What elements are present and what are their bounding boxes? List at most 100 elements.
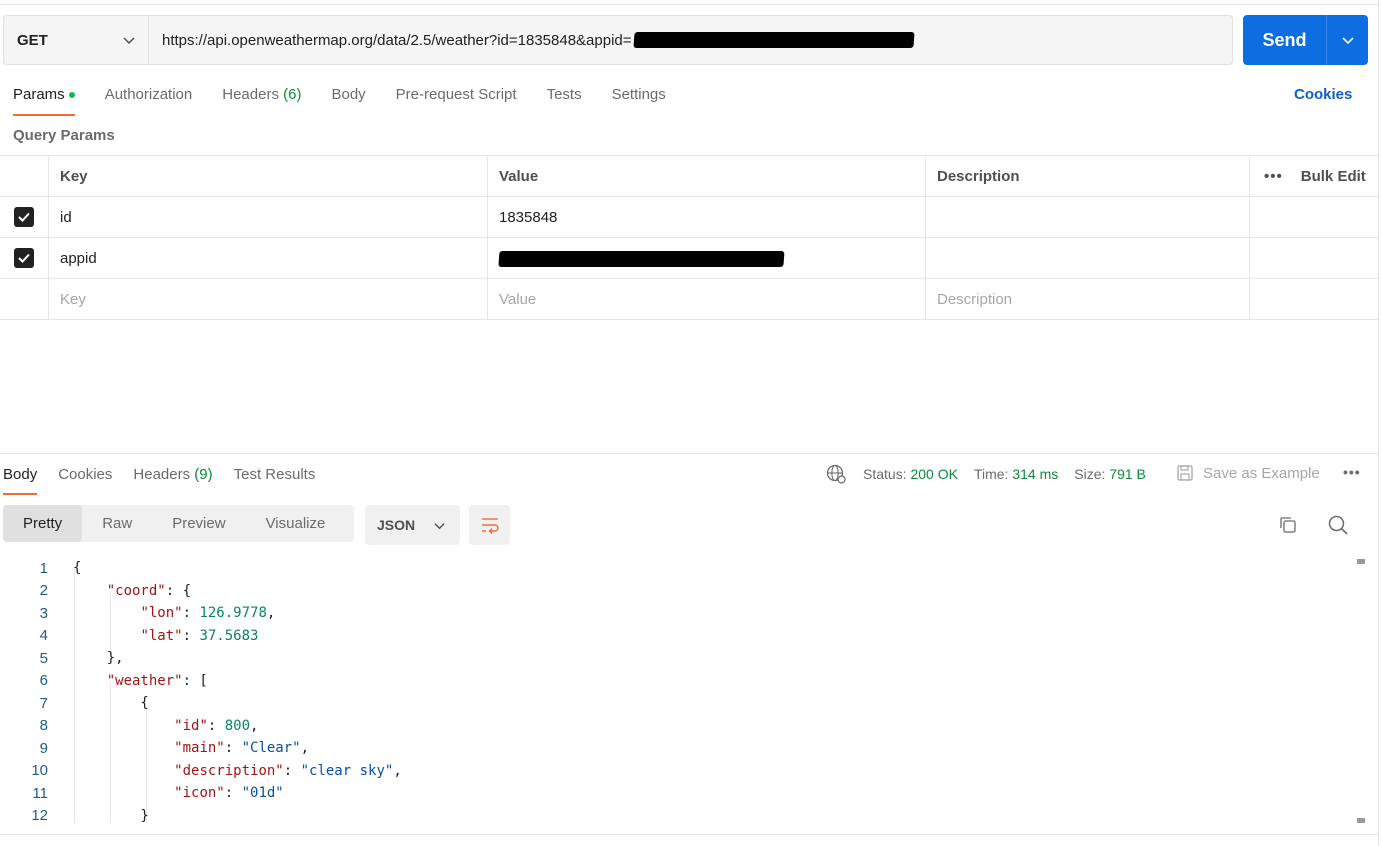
tab-authorization[interactable]: Authorization <box>105 82 193 116</box>
tab-params[interactable]: Params <box>13 82 75 116</box>
url-text: https://api.openweathermap.org/data/2.5/… <box>162 31 632 49</box>
search-icon[interactable] <box>1327 514 1349 536</box>
line-number: 4 <box>39 627 48 645</box>
column-header-value: Value <box>488 156 926 196</box>
response-body-code[interactable]: 1{ 2 "coord": { 3 "lon": 126.9778, 4 "la… <box>0 557 1350 823</box>
view-pretty[interactable]: Pretty <box>3 505 83 542</box>
copy-icon[interactable] <box>1278 515 1298 535</box>
json-string: "Clear" <box>241 740 301 757</box>
param-description-cell[interactable] <box>926 197 1250 237</box>
tab-body[interactable]: Body <box>331 82 365 116</box>
code-line: 1{ <box>0 557 1350 580</box>
tab-test-results[interactable]: Test Results <box>234 462 316 495</box>
line-number: 3 <box>39 604 48 622</box>
url-input[interactable]: https://api.openweathermap.org/data/2.5/… <box>149 16 1232 64</box>
code-scrollbar[interactable] <box>1355 556 1367 826</box>
new-description-input[interactable]: Description <box>926 279 1250 319</box>
redacted-appid-value <box>498 251 785 267</box>
new-param-row: Key Value Description <box>0 279 1378 320</box>
time-label: Time: <box>973 466 1009 482</box>
chevron-down-icon <box>434 522 445 529</box>
status-footer <box>0 834 1383 846</box>
scrollbar-top-cap <box>1357 559 1365 564</box>
tab-settings[interactable]: Settings <box>612 82 666 116</box>
param-description-cell[interactable] <box>926 238 1250 278</box>
send-button-group: Send <box>1243 15 1368 65</box>
json-key: "coord" <box>106 582 166 599</box>
code-line: 4 "lat": 37.5683 <box>0 625 1350 648</box>
code-line: 9 "main": "Clear", <box>0 737 1350 760</box>
globe-network-icon[interactable] <box>825 463 847 485</box>
json-string: "clear sky" <box>300 762 394 779</box>
tab-response-cookies[interactable]: Cookies <box>58 462 112 495</box>
size-info[interactable]: Size: 791 B <box>1074 466 1146 482</box>
line-number: 11 <box>32 784 48 802</box>
tab-prerequest-script[interactable]: Pre-request Script <box>396 82 517 116</box>
save-as-example-button[interactable]: Save as Example <box>1176 462 1320 484</box>
response-more-icon[interactable]: ••• <box>1343 464 1361 480</box>
tab-tests[interactable]: Tests <box>547 82 582 116</box>
row-checkbox-cell <box>0 279 49 319</box>
json-key: "lon" <box>140 605 183 622</box>
code-line: 12 } <box>0 805 1350 823</box>
code-text: { <box>73 560 82 577</box>
tab-response-body[interactable]: Body <box>3 462 38 495</box>
wrap-lines-button[interactable] <box>469 505 510 545</box>
status-info[interactable]: Status: 200 OK <box>863 466 958 482</box>
scrollbar-bottom-cap <box>1357 818 1365 823</box>
param-key-cell[interactable]: id <box>49 197 488 237</box>
line-number: 7 <box>39 694 48 712</box>
method-select[interactable]: GET <box>4 16 149 64</box>
tab-headers[interactable]: Headers (6) <box>222 82 301 116</box>
format-select[interactable]: JSON <box>365 505 460 545</box>
code-text: }, <box>73 650 124 667</box>
code-line: 8 "id": 800, <box>0 715 1350 738</box>
line-number: 8 <box>39 717 48 735</box>
param-key-cell[interactable]: appid <box>49 238 488 278</box>
json-key: "id" <box>174 717 208 734</box>
time-info[interactable]: Time: 314 ms <box>974 466 1058 482</box>
cookies-link[interactable]: Cookies <box>1294 86 1352 103</box>
tab-response-headers[interactable]: Headers (9) <box>133 462 212 495</box>
code-line: 7 { <box>0 692 1350 715</box>
param-enabled-checkbox[interactable] <box>14 207 34 227</box>
bulk-edit-button[interactable]: Bulk Edit <box>1301 168 1366 185</box>
more-options-icon[interactable]: ••• <box>1264 168 1283 185</box>
code-line: 2 "coord": { <box>0 580 1350 603</box>
redacted-appid <box>632 32 915 48</box>
size-value: 791 B <box>1109 466 1146 482</box>
json-key: "weather" <box>106 672 183 689</box>
param-enabled-checkbox[interactable] <box>14 248 34 268</box>
row-spacer <box>1250 279 1378 319</box>
save-icon <box>1177 465 1193 481</box>
send-button[interactable]: Send <box>1243 15 1327 65</box>
param-value-cell[interactable]: 1835848 <box>488 197 926 237</box>
code-line: 5 }, <box>0 647 1350 670</box>
code-line: 11 "icon": "01d" <box>0 782 1350 805</box>
code-text: "coord": { <box>106 582 192 599</box>
request-url-bar: GET https://api.openweathermap.org/data/… <box>3 15 1233 65</box>
new-value-input[interactable]: Value <box>488 279 926 319</box>
checkmark-icon <box>18 253 30 263</box>
request-tabs: Params Authorization Headers (6) Body Pr… <box>13 82 696 116</box>
json-string: "01d" <box>241 785 284 802</box>
view-raw[interactable]: Raw <box>82 505 152 542</box>
param-value-cell[interactable] <box>488 238 926 278</box>
view-preview[interactable]: Preview <box>152 505 245 542</box>
new-key-input[interactable]: Key <box>49 279 488 319</box>
code-line: 3 "lon": 126.9778, <box>0 602 1350 625</box>
code-text: "main": "Clear", <box>174 740 310 757</box>
view-mode-segmented: Pretty Raw Preview Visualize <box>3 505 354 542</box>
column-header-description: Description <box>926 156 1250 196</box>
tab-label: Headers <box>133 466 191 483</box>
send-options-button[interactable] <box>1327 15 1368 65</box>
view-visualize[interactable]: Visualize <box>246 505 346 542</box>
code-text: } <box>73 807 149 823</box>
code-text: "lat": 37.5683 <box>140 627 259 644</box>
chevron-down-icon <box>123 37 135 45</box>
response-divider[interactable] <box>0 453 1378 454</box>
code-text: "weather": [ <box>106 672 208 689</box>
code-text: "icon": "01d" <box>174 785 284 802</box>
code-line: 10 "description": "clear sky", <box>0 760 1350 783</box>
response-tabs: Body Cookies Headers (9) Test Results <box>3 462 336 495</box>
